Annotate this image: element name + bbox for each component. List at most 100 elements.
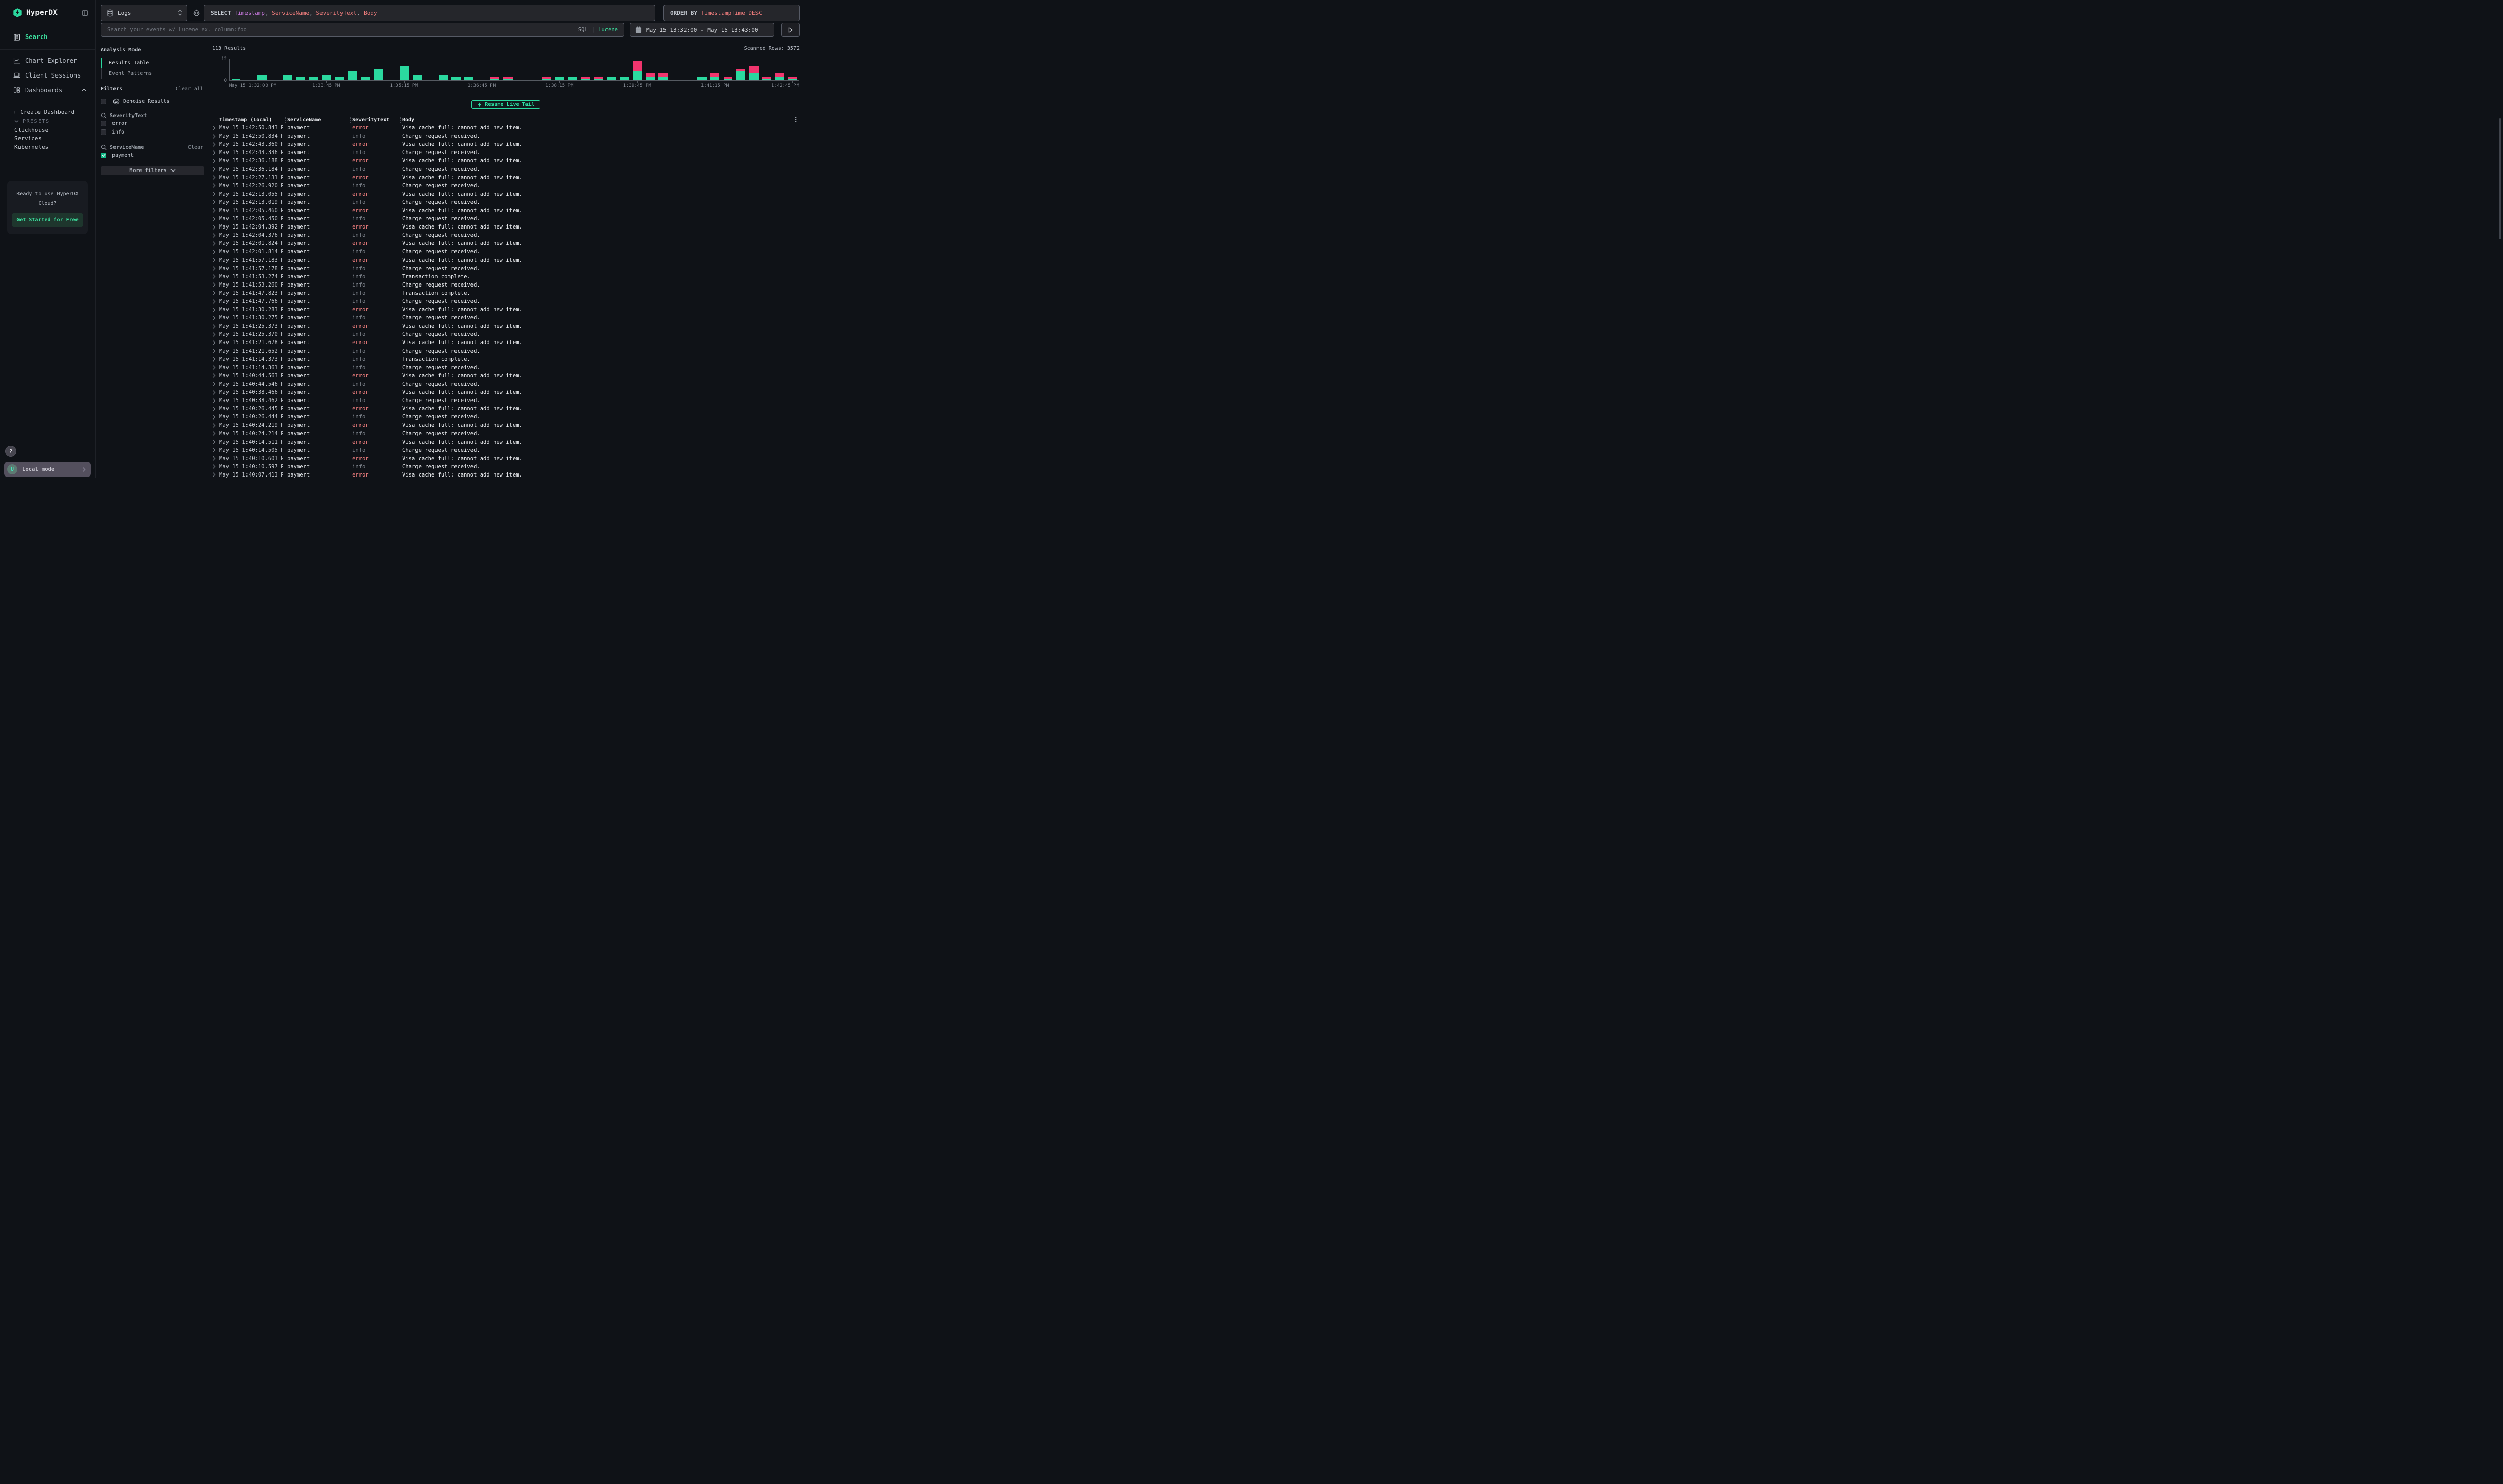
table-row[interactable]: May 15 1:40:14.511 PMpaymenterrorVisa ca… [212,438,800,446]
column-resize-handle[interactable] [400,117,401,123]
table-row[interactable]: May 15 1:40:38.462 PMpaymentinfoCharge r… [212,396,800,405]
row-expand-icon[interactable] [212,406,219,412]
row-expand-icon[interactable] [212,183,219,188]
table-row[interactable]: May 15 1:42:01.824 PMpaymenterrorVisa ca… [212,239,800,248]
filter-option-payment[interactable]: payment [101,151,204,160]
create-dashboard-button[interactable]: + Create Dashboard [0,107,95,117]
sidebar-preset-kubernetes[interactable]: Kubernetes [0,143,95,151]
row-expand-icon[interactable] [212,299,219,305]
chart-bar[interactable] [568,59,577,80]
row-expand-icon[interactable] [212,216,219,222]
col-timestamp[interactable]: Timestamp (Local) [219,117,283,123]
local-mode-menu[interactable]: U Local mode [4,462,91,477]
table-row[interactable]: May 15 1:41:53.260 PMpaymentinfoCharge r… [212,281,800,289]
chart-bar[interactable] [762,59,771,80]
table-row[interactable]: May 15 1:40:10.601 PMpaymenterrorVisa ca… [212,454,800,463]
row-expand-icon[interactable] [212,423,219,428]
row-expand-icon[interactable] [212,439,219,445]
checkbox-checked[interactable] [101,153,106,158]
table-row[interactable]: May 15 1:41:30.275 PMpaymentinfoCharge r… [212,314,800,322]
table-row[interactable]: May 15 1:42:43.360 PMpaymenterrorVisa ca… [212,140,800,148]
chart-bar[interactable] [309,59,318,80]
table-row[interactable]: May 15 1:42:43.336 PMpaymentinfoCharge r… [212,148,800,157]
row-expand-icon[interactable] [212,207,219,213]
table-row[interactable]: May 15 1:42:13.055 PMpaymenterrorVisa ca… [212,190,800,198]
table-options-icon[interactable]: ⋮ [793,116,799,123]
column-resize-handle[interactable] [350,117,351,123]
chart-bar[interactable] [257,59,267,80]
row-expand-icon[interactable] [212,290,219,296]
table-row[interactable]: May 15 1:42:05.450 PMpaymentinfoCharge r… [212,215,800,223]
row-expand-icon[interactable] [212,199,219,205]
table-row[interactable]: May 15 1:42:04.392 PMpaymenterrorVisa ca… [212,223,800,231]
row-expand-icon[interactable] [212,233,219,238]
chart-bar[interactable] [749,59,759,80]
row-expand-icon[interactable] [212,414,219,420]
chart-bar[interactable] [348,59,357,80]
row-expand-icon[interactable] [212,134,219,139]
chart-bar[interactable] [788,59,798,80]
table-row[interactable]: May 15 1:42:36.184 PMpaymentinfoCharge r… [212,165,800,173]
sql-toggle[interactable]: SQL [578,27,588,33]
table-row[interactable]: May 15 1:41:21.678 PMpaymenterrorVisa ca… [212,338,800,347]
source-select[interactable]: Logs [101,5,187,21]
row-expand-icon[interactable] [212,150,219,156]
sidebar-collapse-icon[interactable] [81,9,89,17]
resume-live-tail-button[interactable]: Resume Live Tail [471,100,540,109]
table-row[interactable]: May 15 1:40:38.466 PMpaymenterrorVisa ca… [212,388,800,396]
row-expand-icon[interactable] [212,472,219,478]
row-expand-icon[interactable] [212,324,219,329]
table-row[interactable]: May 15 1:40:14.505 PMpaymentinfoCharge r… [212,446,800,454]
row-expand-icon[interactable] [212,455,219,461]
row-expand-icon[interactable] [212,282,219,288]
table-row[interactable]: May 15 1:41:25.370 PMpaymentinfoCharge r… [212,330,800,338]
table-row[interactable]: May 15 1:42:50.834 PMpaymentinfoCharge r… [212,132,800,140]
chart-bar[interactable] [607,59,616,80]
row-expand-icon[interactable] [212,348,219,354]
table-row[interactable]: May 15 1:42:50.843 PMpaymenterrorVisa ca… [212,124,800,132]
row-expand-icon[interactable] [212,398,219,404]
denoise-results-checkbox-row[interactable]: Denoise Results [101,98,204,105]
table-row[interactable]: May 15 1:40:26.444 PMpaymentinfoCharge r… [212,413,800,421]
order-by-input[interactable]: ORDER BY TimestampTime DESC [663,5,800,21]
chart-bar[interactable] [413,59,422,80]
presets-toggle[interactable]: PRESETS [0,117,95,126]
chart-bar[interactable] [555,59,564,80]
chart-bar[interactable] [633,59,642,80]
chart-bar[interactable] [658,59,668,80]
row-expand-icon[interactable] [212,274,219,279]
chart-bar[interactable] [620,59,629,80]
row-expand-icon[interactable] [212,175,219,180]
sidebar-item-search[interactable]: Search [0,30,95,44]
row-expand-icon[interactable] [212,464,219,469]
chart-bar[interactable] [775,59,784,80]
chart-bar[interactable] [697,59,707,80]
table-row[interactable]: May 15 1:40:10.597 PMpaymentinfoCharge r… [212,463,800,471]
search-icon[interactable] [101,144,107,150]
table-row[interactable]: May 15 1:42:01.814 PMpaymentinfoCharge r… [212,248,800,256]
row-expand-icon[interactable] [212,257,219,263]
row-expand-icon[interactable] [212,224,219,230]
chart-bar[interactable] [736,59,746,80]
help-button[interactable]: ? [5,446,16,457]
chart-bar[interactable] [361,59,370,80]
row-expand-icon[interactable] [212,125,219,131]
table-row[interactable]: May 15 1:40:07.413 PMpaymenterrorVisa ca… [212,471,800,478]
table-row[interactable]: May 15 1:41:14.373 PMpaymentinfoTransact… [212,355,800,364]
table-row[interactable]: May 15 1:41:47.823 PMpaymentinfoTransact… [212,289,800,297]
sidebar-item-chart-explorer[interactable]: Chart Explorer [0,53,95,68]
mode-event-patterns[interactable]: Event Patterns [101,68,204,79]
chart-bar[interactable] [464,59,473,80]
row-expand-icon[interactable] [212,332,219,337]
table-row[interactable]: May 15 1:41:47.766 PMpaymentinfoCharge r… [212,297,800,306]
column-resize-handle[interactable] [285,117,286,123]
checkbox[interactable] [101,121,106,126]
row-expand-icon[interactable] [212,315,219,321]
chart-bar[interactable] [439,59,448,80]
time-range-picker[interactable]: May 15 13:32:00 - May 15 13:43:00 [630,23,774,37]
row-expand-icon[interactable] [212,373,219,378]
table-row[interactable]: May 15 1:42:13.019 PMpaymentinfoCharge r… [212,198,800,206]
table-row[interactable]: May 15 1:41:25.373 PMpaymenterrorVisa ca… [212,322,800,330]
col-servicename[interactable]: ServiceName [287,117,348,123]
chart-bar[interactable] [503,59,513,80]
